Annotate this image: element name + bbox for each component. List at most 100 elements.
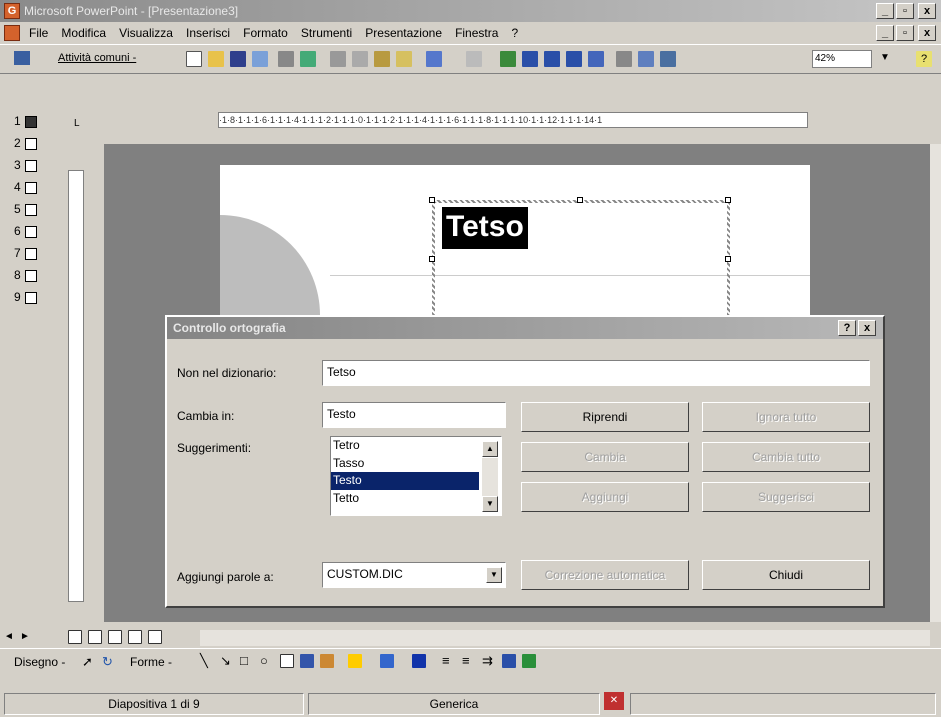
arrow-tool-icon[interactable]: ↘ <box>220 653 231 669</box>
autoshapes-menu-button[interactable]: Forme - <box>130 655 172 669</box>
normal-view-icon[interactable] <box>68 630 82 644</box>
suggest-button[interactable]: Suggerisci <box>702 482 870 512</box>
dictionary-dropdown-arrow-icon[interactable]: ▼ <box>486 567 502 583</box>
oval-tool-icon[interactable]: ○ <box>260 653 268 668</box>
close-window-button[interactable]: x <box>918 3 936 19</box>
close-dialog-button[interactable]: Chiudi <box>702 560 870 590</box>
new-slide-icon[interactable] <box>588 51 604 67</box>
line-color-icon[interactable] <box>380 654 394 668</box>
zoom-dropdown-arrow-icon[interactable]: ▼ <box>880 52 890 63</box>
resize-handle[interactable] <box>725 256 731 262</box>
paste-icon[interactable] <box>374 51 390 67</box>
suggestions-scroll-track[interactable] <box>482 458 498 496</box>
scroll-left-icon[interactable]: ◄ <box>4 631 14 642</box>
resize-handle[interactable] <box>429 197 435 203</box>
add-button[interactable]: Aggiungi <box>521 482 689 512</box>
slide-view-icon[interactable] <box>108 630 122 644</box>
doc-close-button[interactable]: x <box>918 25 936 41</box>
suggestions-list[interactable]: Tetro Tasso Testo Tetto <box>330 436 502 516</box>
print-icon[interactable] <box>278 51 294 67</box>
line-style-icon[interactable]: ≡ <box>442 653 450 668</box>
powerpoint-app-icon[interactable]: G <box>4 3 20 19</box>
spelling-icon[interactable] <box>300 51 316 67</box>
scroll-down-arrow-icon[interactable]: ▼ <box>482 496 498 512</box>
horizontal-scrollbar[interactable] <box>200 630 930 646</box>
fill-color-icon[interactable] <box>348 654 362 668</box>
menu-formato[interactable]: Formato <box>238 22 293 44</box>
3d-icon[interactable] <box>522 654 536 668</box>
list-item[interactable]: Tetto <box>331 490 479 508</box>
dialog-help-button[interactable]: ? <box>838 320 856 336</box>
outline-view-icon[interactable] <box>88 630 102 644</box>
new-icon[interactable] <box>186 51 202 67</box>
font-color-icon[interactable] <box>412 654 426 668</box>
slide-row-8[interactable]: 8 <box>0 264 56 286</box>
slide-row-1[interactable]: 1 <box>0 110 56 132</box>
vertical-scrollbar[interactable] <box>930 144 941 622</box>
draw-menu-button[interactable]: Disegno - <box>14 655 65 669</box>
clipart-icon[interactable] <box>320 654 334 668</box>
menu-file[interactable]: File <box>24 22 53 44</box>
horizontal-ruler[interactable]: ·1·8·1·1·1·6·1·1·1·4·1·1·1·2·1·1·1·0·1·1… <box>218 112 808 128</box>
change-to-input[interactable]: Testo <box>322 402 506 428</box>
redo-icon[interactable] <box>466 51 482 67</box>
slide-row-6[interactable]: 6 <box>0 220 56 242</box>
rectangle-tool-icon[interactable]: □ <box>240 653 248 668</box>
textbox-tool-icon[interactable] <box>280 654 294 668</box>
tables-borders-icon[interactable] <box>522 51 538 67</box>
help-button[interactable]: ? <box>916 51 932 67</box>
slide-row-3[interactable]: 3 <box>0 154 56 176</box>
shadow-icon[interactable] <box>502 654 516 668</box>
cut-icon[interactable] <box>330 51 346 67</box>
menu-modifica[interactable]: Modifica <box>56 22 111 44</box>
tab-selector[interactable]: L <box>74 118 80 129</box>
slide-row-5[interactable]: 5 <box>0 198 56 220</box>
hyperlink-icon[interactable] <box>500 51 516 67</box>
select-pointer-icon[interactable]: ➚ <box>82 654 93 670</box>
vertical-ruler[interactable] <box>68 170 84 602</box>
selected-word[interactable]: Tetso <box>442 207 528 249</box>
list-item[interactable]: Tetro <box>331 437 479 455</box>
ignore-all-button[interactable]: Ignora tutto <box>702 402 870 432</box>
slide-row-4[interactable]: 4 <box>0 176 56 198</box>
menu-visualizza[interactable]: Visualizza <box>114 22 178 44</box>
show-formatting-icon[interactable] <box>638 51 654 67</box>
doc-minimize-button[interactable]: _ <box>876 25 894 41</box>
resume-button[interactable]: Riprendi <box>521 402 689 432</box>
slideshow-view-icon[interactable] <box>148 630 162 644</box>
list-item-selected[interactable]: Testo <box>331 472 479 490</box>
outline-view-icon[interactable] <box>14 51 30 65</box>
menu-inserisci[interactable]: Inserisci <box>181 22 235 44</box>
menu-presentazione[interactable]: Presentazione <box>360 22 447 44</box>
line-tool-icon[interactable]: ╲ <box>200 653 208 669</box>
scroll-right-icon[interactable]: ► <box>20 631 30 642</box>
wordart-icon[interactable] <box>300 654 314 668</box>
resize-handle[interactable] <box>577 197 583 203</box>
format-painter-icon[interactable] <box>396 51 412 67</box>
dash-style-icon[interactable]: ≡ <box>462 653 470 668</box>
email-icon[interactable] <box>252 51 268 67</box>
minimize-button[interactable]: _ <box>876 3 894 19</box>
open-icon[interactable] <box>208 51 224 67</box>
dialog-close-button[interactable]: x <box>858 320 876 336</box>
insert-chart-icon[interactable] <box>566 51 582 67</box>
list-item[interactable]: Tasso <box>331 455 479 473</box>
doc-restore-button[interactable]: ▫ <box>896 25 914 41</box>
expand-all-icon[interactable] <box>616 51 632 67</box>
slide-sorter-view-icon[interactable] <box>128 630 142 644</box>
slide-row-9[interactable]: 9 <box>0 286 56 308</box>
grayscale-icon[interactable] <box>660 51 676 67</box>
autocorrect-button[interactable]: Correzione automatica <box>521 560 689 590</box>
maximize-button[interactable]: ▫ <box>896 3 914 19</box>
not-in-dictionary-field[interactable]: Tetso <box>322 360 870 386</box>
copy-icon[interactable] <box>352 51 368 67</box>
menu-finestra[interactable]: Finestra <box>450 22 503 44</box>
spelling-status-icon[interactable]: ✕ <box>604 692 624 710</box>
tasks-dropdown[interactable]: Attività comuni - <box>58 52 136 64</box>
zoom-select[interactable]: 42% <box>812 50 872 68</box>
arrow-style-icon[interactable]: ⇉ <box>482 653 493 669</box>
change-button[interactable]: Cambia <box>521 442 689 472</box>
scroll-up-arrow-icon[interactable]: ▲ <box>482 441 498 457</box>
save-icon[interactable] <box>230 51 246 67</box>
change-all-button[interactable]: Cambia tutto <box>702 442 870 472</box>
